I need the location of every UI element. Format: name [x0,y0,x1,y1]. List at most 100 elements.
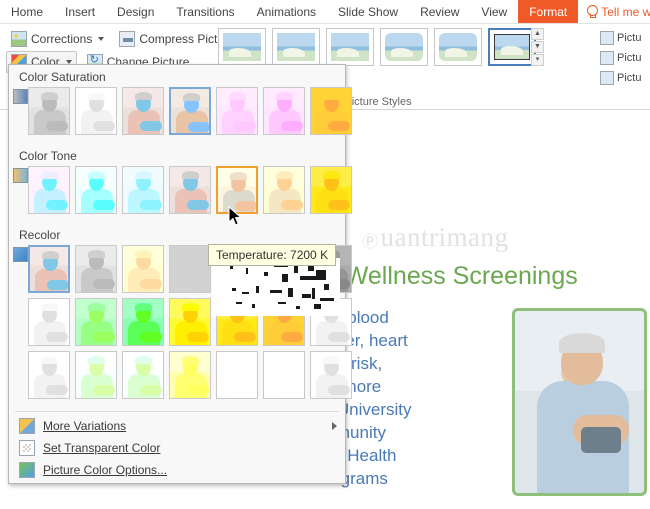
recolor-green-accent-light[interactable] [122,298,164,346]
set-transparent-color-item[interactable]: Set Transparent Color [9,437,345,459]
watermark-text: uantrimang [380,222,509,252]
swatch-preview [217,352,257,398]
saturation-66[interactable] [122,87,164,135]
senior-man-blood-pressure-photo[interactable] [512,308,647,496]
picture-layout-button[interactable]: Pictu [600,68,648,88]
saturation-400[interactable] [310,87,352,135]
temperature-11200k[interactable] [310,166,352,214]
swatch-preview [76,88,116,134]
saturation-tag [13,87,28,140]
tell-me-search[interactable]: Tell me wh [578,0,650,23]
temperature-4700k[interactable] [28,166,70,214]
picture-border-icon [600,31,614,45]
recolor-light-yellow[interactable] [169,351,211,399]
temperature-5900k[interactable] [122,166,164,214]
tab-format[interactable]: Format [518,0,579,23]
recolor-light-red[interactable] [263,351,305,399]
gallery-scroll-down-button[interactable]: ▼ [531,41,544,53]
saturation-0[interactable] [28,87,70,135]
transparent-color-icon [19,440,35,456]
picture-border-button[interactable]: Pictu [600,28,648,48]
temperature-7200k[interactable] [216,166,258,214]
ribbon-tab-bar: Home Insert Design Transitions Animation… [0,0,650,24]
style-beveled-matte[interactable] [272,28,320,66]
swatch-row [28,351,352,399]
swatch-preview [123,167,163,213]
swatch-preview [170,352,210,398]
style-preview [439,33,477,61]
saturation-icon [13,89,28,104]
swatch-preview [264,88,304,134]
tab-animations[interactable]: Animations [246,0,327,23]
recolor-light-gray[interactable] [28,351,70,399]
style-metal-frame[interactable] [326,28,374,66]
watermark-mark-icon: Ⓟ [362,233,379,251]
swatch-preview [218,168,256,212]
swatch-preview [123,88,163,134]
swatch-preview [311,352,351,398]
temperature-5300k[interactable] [75,166,117,214]
recolor-light-green-2[interactable] [122,351,164,399]
swatch-preview [76,299,116,345]
recolor-sepia[interactable] [122,245,164,293]
temperature-6500k[interactable] [169,166,211,214]
chevron-right-icon [332,422,337,430]
tab-review[interactable]: Review [409,0,470,23]
chevron-down-icon [98,37,105,41]
picture-color-options-item[interactable]: Picture Color Options... [9,459,345,481]
picture-border-group: Pictu Pictu Pictu [598,24,650,109]
style-simple-frame[interactable] [218,28,266,66]
saturation-100[interactable] [169,87,211,135]
tab-view[interactable]: View [470,0,518,23]
section-title-recolor: Recolor [9,223,345,245]
section-title-color-saturation: Color Saturation [9,65,345,87]
recolor-light-pink[interactable] [216,351,258,399]
adjust-row-1: Corrections Compress Pictures [6,28,241,50]
style-thick-matte-black[interactable] [488,28,536,66]
recolor-yellow-accent[interactable] [169,298,211,346]
more-variations-item[interactable]: More Variations [9,415,345,437]
tab-design[interactable]: Design [106,0,165,23]
picture-color-options-label: Picture Color Options... [43,463,168,477]
tell-me-label: Tell me wh [601,4,650,19]
gallery-scrollbar[interactable]: ▲ ▼ ▾ [531,28,544,66]
swatch-preview [29,352,69,398]
tab-insert[interactable]: Insert [54,0,106,23]
more-variations-label: More Variations [43,419,127,433]
swatch-preview [123,246,163,292]
recolor-no-recolor[interactable] [28,245,70,293]
saturation-200[interactable] [216,87,258,135]
saturation-33[interactable] [75,87,117,135]
gallery-scroll-up-button[interactable]: ▲ [531,28,544,40]
tooltip: Temperature: 7200 K [208,244,337,266]
swatch-preview [171,89,209,133]
swatch-preview [30,247,68,291]
style-reflected-rounded-rectangle[interactable] [434,28,482,66]
picture-effects-label: Pictu [617,52,642,64]
saturation-300[interactable] [263,87,305,135]
watermark: Ⓟuantrimang [362,222,508,253]
recolor-green-accent[interactable] [75,298,117,346]
color-tone-block [9,166,352,223]
temperature-8800k[interactable] [263,166,305,214]
recolor-gray-accent[interactable] [28,298,70,346]
picture-effects-button[interactable]: Pictu [600,48,648,68]
recolor-light-green[interactable] [75,351,117,399]
swatch-preview [76,167,116,213]
tab-slide-show[interactable]: Slide Show [327,0,409,23]
tab-transitions[interactable]: Transitions [165,0,245,23]
swatch-row [28,166,352,214]
recolor-light-gray-2[interactable] [310,351,352,399]
corrections-button[interactable]: Corrections [6,28,109,50]
set-transparent-color-label: Set Transparent Color [43,441,161,455]
style-drop-shadow-rectangle[interactable] [380,28,428,66]
swatch-preview [123,299,163,345]
recolor-washout[interactable] [169,245,211,293]
gallery-more-button[interactable]: ▾ [531,54,544,66]
swatch-row [28,87,352,135]
tab-home[interactable]: Home [0,0,54,23]
variations-icon [19,418,35,434]
recolor-tag [13,245,28,404]
recolor-grayscale[interactable] [75,245,117,293]
render-artifact [212,258,340,316]
